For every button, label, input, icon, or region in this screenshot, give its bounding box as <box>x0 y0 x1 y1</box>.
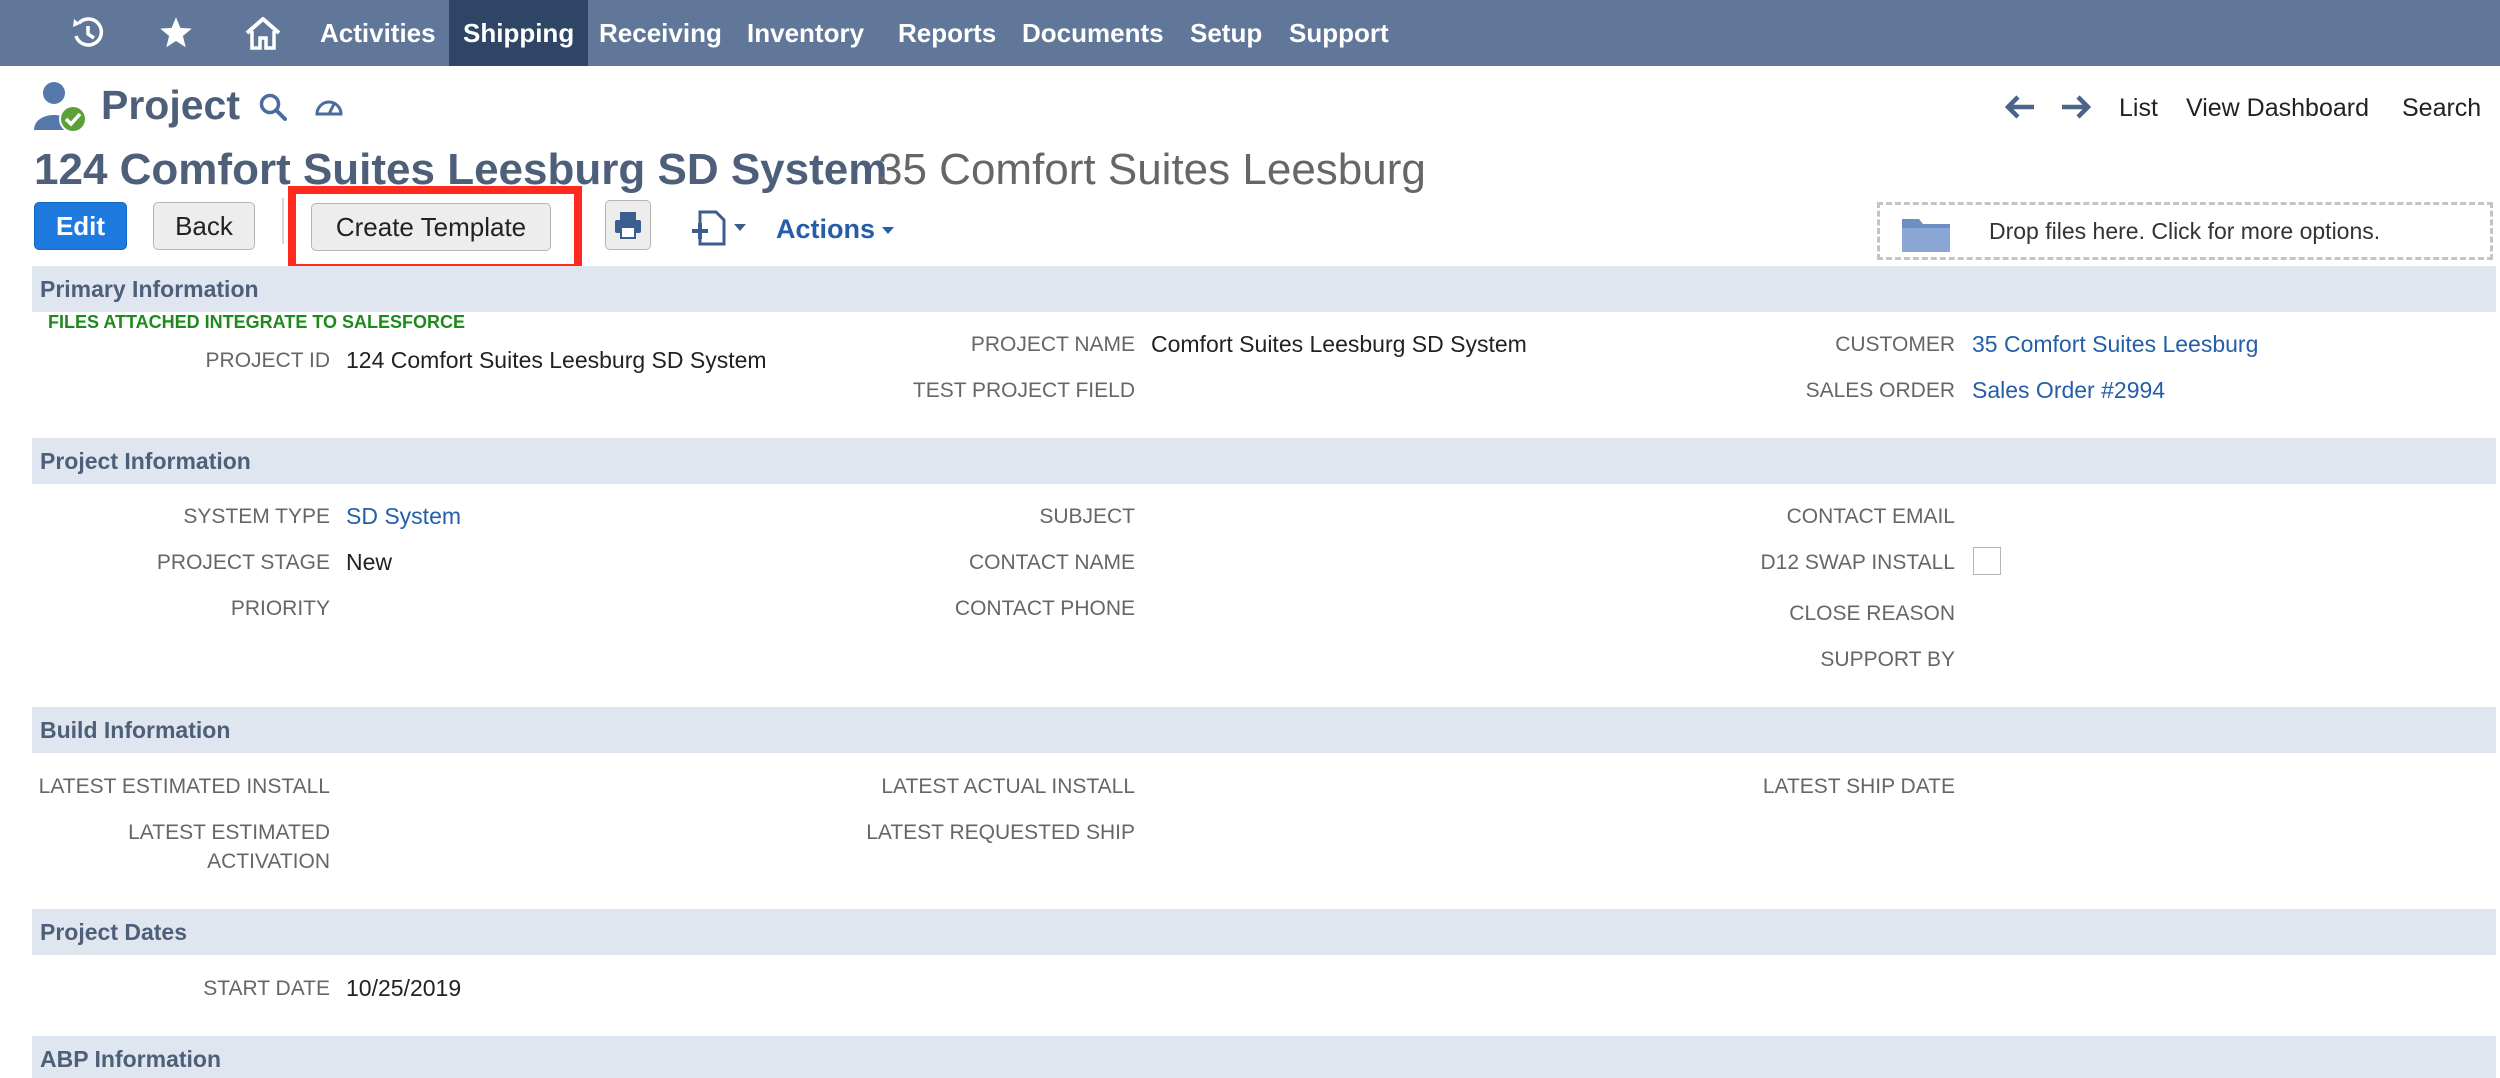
d12-swap-install-label: D12 SWAP INSTALL <box>1760 551 1955 574</box>
search-link[interactable]: Search <box>2402 90 2481 126</box>
section-project-information[interactable]: Project Information <box>32 438 2496 484</box>
record-subtitle: 35 Comfort Suites Leesburg <box>878 145 1426 194</box>
project-stage-value: New <box>346 549 393 575</box>
latest-ship-date-label: LATEST SHIP DATE <box>1762 775 1955 798</box>
nav-support[interactable]: Support <box>1275 0 1403 66</box>
salesforce-note: FILES ATTACHED INTEGRATE TO SALESFORCE <box>48 312 466 332</box>
section-primary-information[interactable]: Primary Information <box>32 266 2496 312</box>
record-type-label: Project <box>101 82 240 128</box>
sales-order-label: SALES ORDER <box>1805 379 1955 402</box>
system-type-label: SYSTEM TYPE <box>183 505 330 528</box>
previous-record-arrow-icon[interactable] <box>2004 94 2036 125</box>
star-icon[interactable] <box>154 0 198 66</box>
view-dashboard-link[interactable]: View Dashboard <box>2186 90 2369 126</box>
project-name-value: Comfort Suites Leesburg SD System <box>1151 331 1527 357</box>
file-drop-zone[interactable]: Drop files here. Click for more options. <box>1877 202 2493 260</box>
chevron-down-icon <box>882 226 895 234</box>
project-stage-label: PROJECT STAGE <box>156 551 330 574</box>
back-button[interactable]: Back <box>153 202 255 250</box>
section-title: Primary Information <box>40 276 259 302</box>
project-name-label: PROJECT NAME <box>970 333 1135 356</box>
folder-icon <box>1901 215 1951 258</box>
edit-button[interactable]: Edit <box>34 202 127 250</box>
nav-reports[interactable]: Reports <box>884 0 1010 66</box>
drop-zone-text: Drop files here. Click for more options. <box>1989 217 2381 244</box>
latest-estimated-activation-label-line2: ACTIVATION <box>207 850 330 873</box>
d12-swap-install-checkbox[interactable] <box>1973 547 2001 575</box>
contact-name-label: CONTACT NAME <box>968 551 1135 574</box>
new-document-icon[interactable] <box>690 210 752 251</box>
section-title: Project Dates <box>40 919 188 945</box>
project-id-label: PROJECT ID <box>205 349 330 372</box>
toolbar-divider <box>282 198 284 244</box>
nav-shipping[interactable]: Shipping <box>449 0 589 66</box>
search-icon[interactable] <box>258 92 288 127</box>
dashboard-gauge-icon[interactable] <box>314 92 344 127</box>
home-icon[interactable] <box>240 0 286 66</box>
latest-estimated-activation-label: LATEST ESTIMATED <box>128 821 330 844</box>
nav-documents[interactable]: Documents <box>1008 0 1178 66</box>
print-icon <box>615 212 641 239</box>
start-date-value: 10/25/2019 <box>346 975 462 1001</box>
contact-phone-label: CONTACT PHONE <box>954 597 1135 620</box>
nav-setup[interactable]: Setup <box>1176 0 1276 66</box>
nav-activities[interactable]: Activities <box>306 0 450 66</box>
section-project-dates[interactable]: Project Dates <box>32 909 2496 955</box>
project-record-icon <box>32 80 88 139</box>
sales-order-link[interactable]: Sales Order #2994 <box>1972 376 2165 404</box>
section-title: Project Information <box>40 448 251 474</box>
next-record-arrow-icon[interactable] <box>2060 94 2092 125</box>
list-link[interactable]: List <box>2119 90 2158 126</box>
section-title: ABP Information <box>40 1046 222 1072</box>
latest-actual-install-label: LATEST ACTUAL INSTALL <box>881 775 1135 798</box>
top-nav-bar: Activities Shipping Receiving Inventory … <box>0 0 2500 66</box>
priority-label: PRIORITY <box>230 597 330 620</box>
nav-inventory[interactable]: Inventory <box>733 0 878 66</box>
start-date-label: START DATE <box>203 977 330 1000</box>
section-title: Build Information <box>40 717 231 743</box>
support-by-label: SUPPORT BY <box>1820 648 1955 671</box>
close-reason-label: CLOSE REASON <box>1789 602 1955 625</box>
section-abp-information[interactable]: ABP Information <box>32 1036 2496 1078</box>
nav-receiving[interactable]: Receiving <box>585 0 736 66</box>
test-project-field-label: TEST PROJECT FIELD <box>912 379 1135 402</box>
latest-estimated-install-label: LATEST ESTIMATED INSTALL <box>38 775 330 798</box>
contact-email-label: CONTACT EMAIL <box>1786 505 1955 528</box>
print-button[interactable] <box>605 200 651 250</box>
actions-menu[interactable]: Actions <box>776 214 895 245</box>
latest-requested-ship-label: LATEST REQUESTED SHIP <box>866 821 1135 844</box>
subject-label: SUBJECT <box>1039 505 1135 528</box>
create-template-button[interactable]: Create Template <box>311 203 551 251</box>
project-id-value: 124 Comfort Suites Leesburg SD System <box>346 347 767 373</box>
section-build-information[interactable]: Build Information <box>32 707 2496 753</box>
system-type-link[interactable]: SD System <box>346 502 461 530</box>
actions-label: Actions <box>776 214 876 244</box>
customer-label: CUSTOMER <box>1835 333 1955 356</box>
customer-link[interactable]: 35 Comfort Suites Leesburg <box>1972 330 2258 358</box>
recent-icon[interactable] <box>66 0 110 66</box>
